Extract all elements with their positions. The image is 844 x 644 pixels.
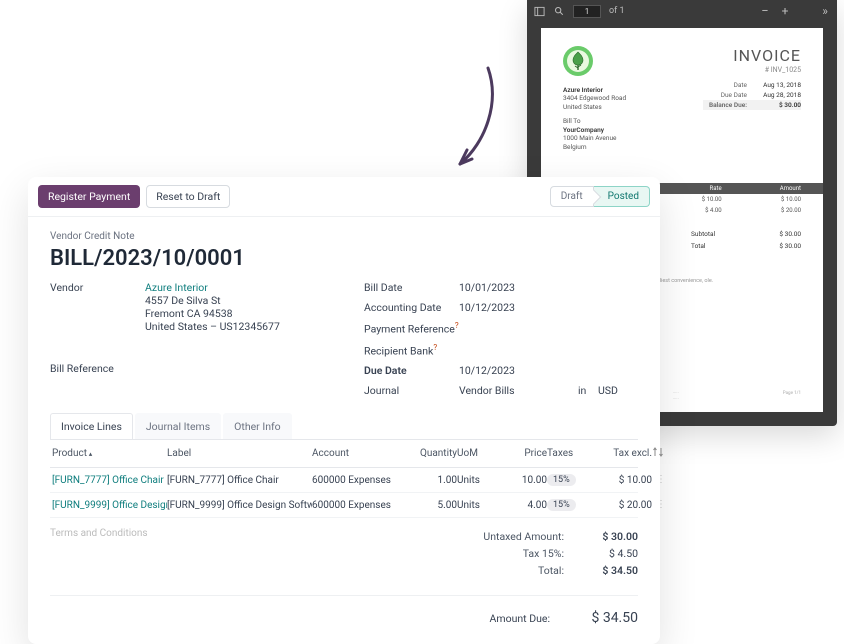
search-icon[interactable] <box>553 5 565 17</box>
zoom-out-icon[interactable]: − <box>759 5 771 17</box>
bill-number: BILL/2023/10/0001 <box>50 246 638 271</box>
invoice-meta: DateAug 13, 2018 Due DateAug 28, 2018 Ba… <box>703 80 801 151</box>
column-settings-icon[interactable] <box>652 446 670 461</box>
col-label[interactable]: Label <box>167 448 312 459</box>
status-posted[interactable]: Posted <box>594 186 650 207</box>
amount-due: Amount Due: $ 34.50 <box>50 595 638 626</box>
pdf-toolbar: 1 of 1 − + » <box>527 0 837 22</box>
tabs: Invoice Lines Journal Items Other Info <box>50 413 638 440</box>
accounting-date-label: Accounting Date <box>364 301 459 314</box>
journal-label: Journal <box>364 384 459 397</box>
pdf-page-input[interactable]: 1 <box>573 5 601 18</box>
cell-product[interactable]: [FURN_9999] Office Design Softw <box>52 500 167 511</box>
record-type-label: Vendor Credit Note <box>50 231 638 242</box>
payment-reference-value[interactable] <box>459 321 638 336</box>
cell-uom[interactable]: Units <box>457 475 497 486</box>
col-taxes[interactable]: Taxes <box>547 448 597 459</box>
summary-block: Untaxed Amount:$ 30.00 Tax 15%:$ 4.50 To… <box>438 518 638 579</box>
tax-badge[interactable]: 15% <box>547 474 576 486</box>
cell-product[interactable]: [FURN_7777] Office Chair <box>52 475 167 486</box>
cell-taxexcl: $ 20.00 <box>597 500 652 511</box>
register-payment-button[interactable]: Register Payment <box>38 185 140 208</box>
cell-price[interactable]: 4.00 <box>497 500 547 511</box>
payment-reference-label: Payment Reference? <box>364 321 459 336</box>
cell-label[interactable]: [FURN_7777] Office Chair <box>167 475 312 486</box>
terms-placeholder[interactable]: Terms and Conditions <box>50 518 438 539</box>
cell-qty[interactable]: 5.00 <box>407 500 457 511</box>
invoice-from-block: Azure Interior 3404 Edgewood Road United… <box>563 86 626 151</box>
lines-grid: Product Label Account Quantity UoM Price… <box>50 440 638 518</box>
grid-header: Product Label Account Quantity UoM Price… <box>50 440 638 468</box>
vendor-value: Azure Interior 4557 De Silva St Fremont … <box>145 281 324 355</box>
col-product[interactable]: Product <box>52 448 167 459</box>
amount-due-value: $ 34.50 <box>570 610 638 626</box>
bill-reference-label: Bill Reference <box>50 362 145 397</box>
row-menu-icon[interactable]: ⋮ <box>652 500 670 510</box>
recipient-bank-label: Recipient Bank? <box>364 343 459 358</box>
vendor-label: Vendor <box>50 281 145 355</box>
reset-to-draft-button[interactable]: Reset to Draft <box>146 185 230 208</box>
vendor-logo-icon <box>563 46 593 76</box>
cell-account[interactable]: 600000 Expenses <box>312 500 407 511</box>
bill-date-label: Bill Date <box>364 281 459 294</box>
tab-invoice-lines[interactable]: Invoice Lines <box>50 413 133 439</box>
tab-other-info[interactable]: Other Info <box>223 413 291 439</box>
bill-record-card: Register Payment Reset to Draft Draft Po… <box>28 177 660 644</box>
sidebar-toggle-icon[interactable] <box>533 5 545 17</box>
bill-date-value[interactable]: 10/01/2023 <box>459 281 638 294</box>
tab-journal-items[interactable]: Journal Items <box>135 413 221 439</box>
col-account[interactable]: Account <box>312 448 407 459</box>
due-date-value[interactable]: 10/12/2023 <box>459 364 638 377</box>
right-fields: Bill Date 10/01/2023 Accounting Date 10/… <box>364 281 638 397</box>
currency-value[interactable]: USD <box>598 384 638 397</box>
grid-row[interactable]: [FURN_7777] Office Chair [FURN_7777] Off… <box>50 468 638 493</box>
col-price[interactable]: Price <box>497 448 547 459</box>
arrow-decoration <box>430 62 510 177</box>
cell-label[interactable]: [FURN_9999] Office Design Software <box>167 500 312 511</box>
zoom-in-icon[interactable]: + <box>779 5 791 17</box>
invoice-totals: Subtotal$ 30.00 Total$ 30.00 <box>691 228 801 252</box>
cell-uom[interactable]: Units <box>457 500 497 511</box>
tools-icon[interactable]: » <box>819 5 831 17</box>
pdf-page-count: of 1 <box>609 6 625 16</box>
invoice-title: INVOICE <box>733 46 801 65</box>
in-label: in <box>578 384 598 397</box>
status-bar: Draft Posted <box>550 186 650 207</box>
left-fields: Vendor Azure Interior 4557 De Silva St F… <box>50 281 324 397</box>
row-menu-icon[interactable]: ⋮ <box>652 475 670 485</box>
recipient-bank-value[interactable] <box>459 343 638 358</box>
journal-value[interactable]: Vendor Bills <box>459 384 578 397</box>
card-toolbar: Register Payment Reset to Draft Draft Po… <box>28 177 660 217</box>
invoice-number: # INV_1025 <box>733 66 801 74</box>
cell-account[interactable]: 600000 Expenses <box>312 475 407 486</box>
tax-badge[interactable]: 15% <box>547 499 576 511</box>
due-date-label: Due Date <box>364 364 459 377</box>
col-uom[interactable]: UoM <box>457 448 497 459</box>
cell-qty[interactable]: 1.00 <box>407 475 457 486</box>
accounting-date-value[interactable]: 10/12/2023 <box>459 301 638 314</box>
grid-row[interactable]: [FURN_9999] Office Design Softw [FURN_99… <box>50 493 638 518</box>
cell-taxexcl: $ 10.00 <box>597 475 652 486</box>
cell-price[interactable]: 10.00 <box>497 475 547 486</box>
vendor-link[interactable]: Azure Interior <box>145 281 208 294</box>
col-taxexcl[interactable]: Tax excl. <box>597 448 652 459</box>
col-quantity[interactable]: Quantity <box>407 448 457 459</box>
amount-due-label: Amount Due: <box>490 612 550 625</box>
bill-reference-value[interactable] <box>145 362 324 397</box>
